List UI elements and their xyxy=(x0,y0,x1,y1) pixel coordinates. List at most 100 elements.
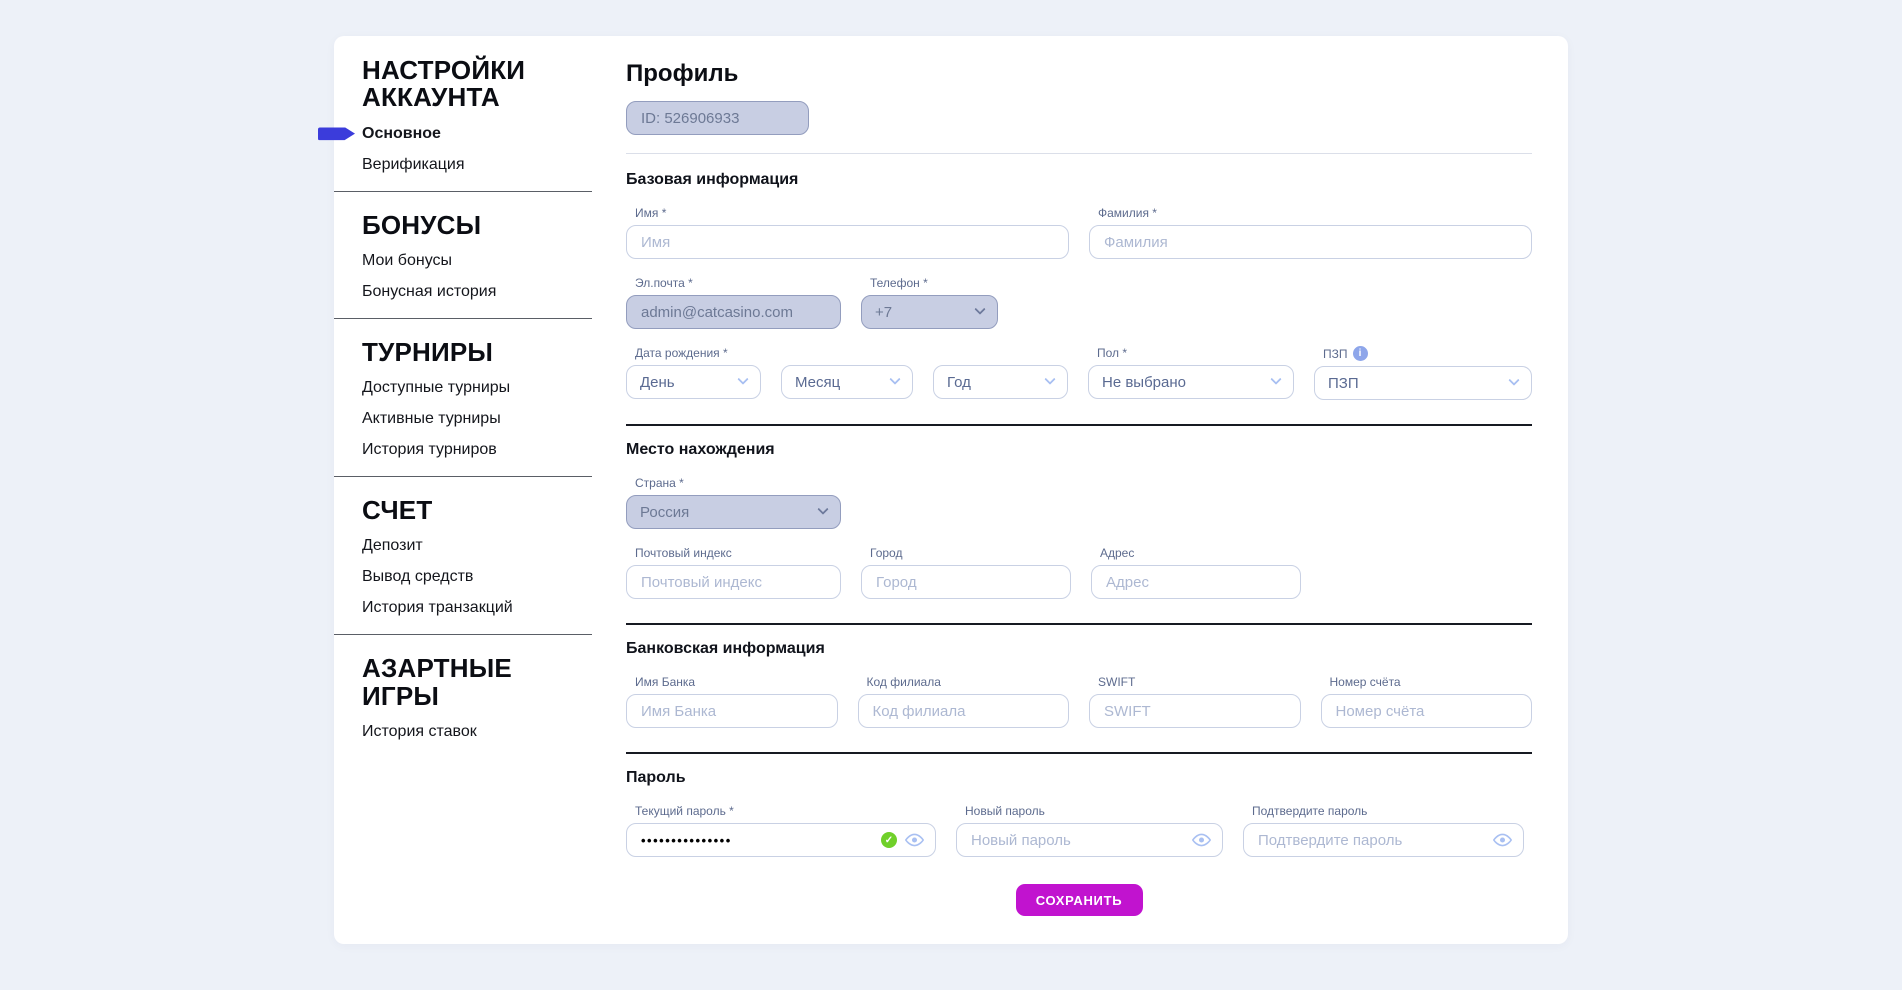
country-select: Россия xyxy=(626,495,841,529)
chevron-down-icon xyxy=(974,304,985,315)
basic-info-heading: Базовая информация xyxy=(626,171,1532,189)
toggle-password-visibility-eye-icon[interactable] xyxy=(1493,833,1512,847)
birth-year-label xyxy=(933,346,1068,360)
section-divider xyxy=(626,752,1532,754)
info-icon[interactable]: i xyxy=(1353,346,1368,361)
sidebar-item-available-tournaments[interactable]: Доступные турниры xyxy=(362,380,592,396)
address-label: Адрес xyxy=(1091,546,1301,560)
sidebar-item-bonus-history[interactable]: Бонусная история xyxy=(362,284,592,300)
sidebar-item-label: История ставок xyxy=(362,723,477,740)
swift-label: SWIFT xyxy=(1089,675,1301,689)
country-value: Россия xyxy=(640,504,689,521)
account-settings-card: НАСТРОЙКИ АККАУНТА Основное Верификация … xyxy=(334,36,1568,944)
sidebar-heading-gambling: АЗАРТНЫЕ ИГРЫ xyxy=(362,655,592,710)
pep-value: ПЗП xyxy=(1328,375,1359,392)
branch-code-input[interactable] xyxy=(858,694,1070,728)
sidebar-item-label: Основное xyxy=(362,125,441,142)
sidebar-heading-tournaments: ТУРНИРЫ xyxy=(362,339,592,366)
branch-code-label: Код филиала xyxy=(858,675,1070,689)
birth-month-select[interactable]: Месяц xyxy=(781,365,913,399)
toggle-password-visibility-eye-icon[interactable] xyxy=(905,833,924,847)
first-name-group: Имя * xyxy=(626,206,1069,259)
sidebar-item-main[interactable]: Основное xyxy=(362,126,592,142)
swift-group: SWIFT xyxy=(1089,675,1301,728)
birth-month-value: Месяц xyxy=(795,374,840,391)
gender-value: Не выбрано xyxy=(1102,374,1186,391)
page-title: Профиль xyxy=(626,60,1532,88)
save-button[interactable]: СОХРАНИТЬ xyxy=(1016,884,1143,916)
address-input[interactable] xyxy=(1091,565,1301,599)
city-group: Город xyxy=(861,546,1071,599)
section-divider xyxy=(626,623,1532,625)
sidebar-item-active-tournaments[interactable]: Активные турниры xyxy=(362,411,592,427)
chevron-down-icon xyxy=(817,504,828,515)
swift-input[interactable] xyxy=(1089,694,1301,728)
sidebar-heading-bonuses: БОНУСЫ xyxy=(362,212,592,239)
sidebar: НАСТРОЙКИ АККАУНТА Основное Верификация … xyxy=(334,36,592,944)
birth-year-select[interactable]: Год xyxy=(933,365,1068,399)
account-number-input[interactable] xyxy=(1321,694,1533,728)
sidebar-item-label: Активные турниры xyxy=(362,410,501,427)
sidebar-item-withdrawal[interactable]: Вывод средств xyxy=(362,569,592,585)
confirm-password-input[interactable] xyxy=(1243,823,1524,857)
sidebar-item-deposit[interactable]: Депозит xyxy=(362,538,592,554)
sidebar-item-label: Бонусная история xyxy=(362,283,496,300)
sidebar-item-label: Доступные турниры xyxy=(362,379,510,396)
active-item-arrow-icon xyxy=(318,127,355,140)
password-heading: Пароль xyxy=(626,769,1532,787)
sidebar-item-verification[interactable]: Верификация xyxy=(362,157,592,173)
chevron-down-icon xyxy=(1270,374,1281,385)
gender-label: Пол * xyxy=(1088,346,1294,360)
phone-code-value: +7 xyxy=(875,304,892,321)
sidebar-item-label: Мои бонусы xyxy=(362,252,452,269)
branch-code-group: Код филиала xyxy=(858,675,1070,728)
sidebar-item-tournament-history[interactable]: История турниров xyxy=(362,442,592,458)
sidebar-heading-account-settings: НАСТРОЙКИ АККАУНТА xyxy=(362,57,592,112)
sidebar-divider xyxy=(334,318,592,319)
gender-select[interactable]: Не выбрано xyxy=(1088,365,1294,399)
last-name-group: Фамилия * xyxy=(1089,206,1532,259)
sidebar-item-bet-history[interactable]: История ставок xyxy=(362,724,592,740)
last-name-label: Фамилия * xyxy=(1089,206,1532,220)
last-name-input[interactable] xyxy=(1089,225,1532,259)
profile-panel: Профиль Базовая информация Имя * Фамилия… xyxy=(592,36,1568,944)
bank-name-input[interactable] xyxy=(626,694,838,728)
first-name-input[interactable] xyxy=(626,225,1069,259)
chevron-down-icon xyxy=(889,374,900,385)
chevron-down-icon xyxy=(1044,374,1055,385)
account-number-group: Номер счёта xyxy=(1321,675,1533,728)
first-name-label: Имя * xyxy=(626,206,1069,220)
sidebar-divider xyxy=(334,634,592,635)
sidebar-item-label: История турниров xyxy=(362,441,497,458)
new-password-input[interactable] xyxy=(956,823,1223,857)
sidebar-item-label: Вывод средств xyxy=(362,568,473,585)
new-password-group: Новый пароль xyxy=(956,804,1223,857)
birth-day-group: Дата рождения * День xyxy=(626,346,761,400)
city-input[interactable] xyxy=(861,565,1071,599)
birth-date-label: Дата рождения * xyxy=(626,346,761,360)
toggle-password-visibility-eye-icon[interactable] xyxy=(1192,833,1211,847)
birth-day-select[interactable]: День xyxy=(626,365,761,399)
chevron-down-icon xyxy=(1508,375,1519,386)
birth-day-value: День xyxy=(640,374,675,391)
email-group: Эл.почта * xyxy=(626,276,841,329)
address-group: Адрес xyxy=(1091,546,1301,599)
pep-select[interactable]: ПЗП xyxy=(1314,366,1532,400)
bank-name-group: Имя Банка xyxy=(626,675,838,728)
city-label: Город xyxy=(861,546,1071,560)
country-group: Страна * Россия xyxy=(626,476,841,529)
birth-year-value: Год xyxy=(947,374,971,391)
birth-year-group: Год xyxy=(933,346,1068,400)
section-divider xyxy=(626,153,1532,154)
bank-info-heading: Банковская информация xyxy=(626,640,1532,658)
postal-input[interactable] xyxy=(626,565,841,599)
sidebar-divider xyxy=(334,191,592,192)
sidebar-item-my-bonuses[interactable]: Мои бонусы xyxy=(362,253,592,269)
valid-check-icon: ✓ xyxy=(881,832,897,848)
pep-label: ПЗП xyxy=(1323,347,1348,361)
postal-group: Почтовый индекс xyxy=(626,546,841,599)
sidebar-divider xyxy=(334,476,592,477)
sidebar-item-transaction-history[interactable]: История транзакций xyxy=(362,600,592,616)
pep-label-row: ПЗП i xyxy=(1314,346,1532,361)
bank-name-label: Имя Банка xyxy=(626,675,838,689)
